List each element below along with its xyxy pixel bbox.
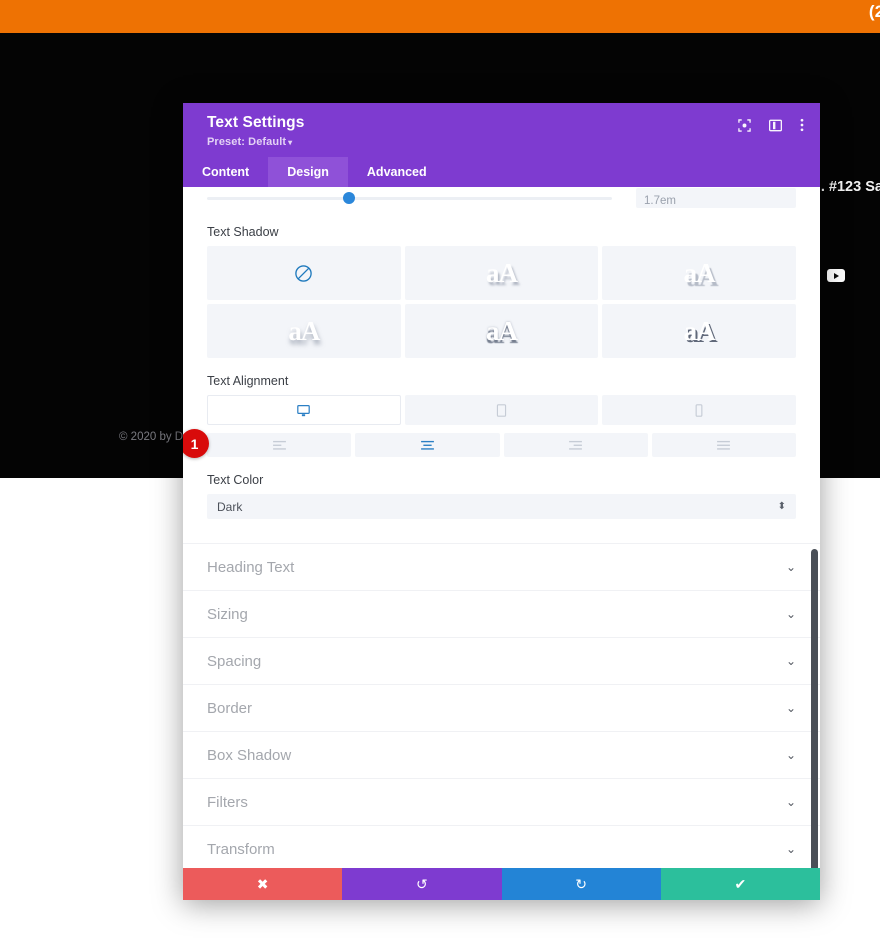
checkmark-icon: ✔ (734, 875, 747, 892)
text-shadow-option-solid[interactable]: aA (602, 304, 796, 358)
align-justify-button[interactable] (651, 433, 796, 457)
modal-tabs: Content Design Advanced (183, 157, 820, 187)
text-shadow-option-none[interactable] (207, 246, 401, 300)
responsive-device-tabs (207, 395, 796, 425)
align-center-button[interactable] (355, 433, 500, 457)
text-shadow-sample: aA (288, 315, 320, 346)
text-shadow-options: aA aA aA aA aA (207, 246, 796, 358)
accordion-box-shadow[interactable]: Box Shadow ⌄ (183, 732, 820, 779)
close-icon: ✖ (256, 875, 269, 892)
play-triangle-icon (834, 272, 839, 279)
accordion-border[interactable]: Border ⌄ (183, 685, 820, 732)
accordion-label: Transform (207, 840, 275, 858)
accordion-label: Spacing (207, 652, 262, 670)
text-settings-modal: Text Settings Preset: Default ▾ Content … (183, 103, 820, 900)
site-footer-copyright: © 2020 by Di (119, 431, 186, 443)
accordion-sizing[interactable]: Sizing ⌄ (183, 591, 820, 638)
text-shadow-sample: aA (485, 257, 518, 288)
line-height-value[interactable]: 1.7em (636, 188, 796, 208)
annotation-badge-1: 1 (183, 429, 209, 458)
modal-footer: ✖ ↺ ↻ ✔ (183, 868, 820, 900)
accordion-label: Box Shadow (207, 746, 292, 764)
tab-design[interactable]: Design (268, 157, 348, 187)
device-tab-tablet[interactable] (404, 395, 599, 425)
device-tab-desktop[interactable] (207, 395, 401, 425)
text-alignment-options: 1 (183, 429, 796, 458)
text-shadow-option-bottom[interactable]: aA (404, 304, 599, 358)
text-color-value: Dark (217, 499, 243, 514)
align-justify-icon (717, 440, 731, 450)
text-shadow-option-hard-offset[interactable]: aA (602, 246, 796, 300)
undo-icon: ↺ (416, 875, 428, 892)
line-height-slider[interactable] (207, 192, 612, 204)
modal-header: Text Settings Preset: Default ▾ (183, 103, 820, 157)
site-top-bar-phone: (25 (868, 2, 880, 21)
accordion-filters[interactable]: Filters ⌄ (183, 779, 820, 826)
align-left-button[interactable] (207, 433, 352, 457)
chevron-down-icon: ⌄ (785, 842, 796, 856)
tablet-icon (496, 403, 507, 417)
design-accordion: Heading Text ⌄ Sizing ⌄ Spacing ⌄ Border… (183, 543, 820, 868)
tab-content[interactable]: Content (183, 157, 268, 187)
cancel-button[interactable]: ✖ (183, 868, 343, 900)
align-right-icon (569, 440, 583, 450)
text-shadow-label: Text Shadow (207, 225, 279, 239)
youtube-icon[interactable] (827, 269, 845, 282)
text-shadow-sample: aA (683, 257, 716, 288)
site-address-text: d. #123 San (812, 179, 880, 195)
modal-header-titles: Text Settings Preset: Default ▾ (207, 114, 304, 148)
accordion-label: Border (207, 699, 253, 717)
save-button[interactable]: ✔ (660, 868, 820, 900)
accordion-heading-text[interactable]: Heading Text ⌄ (183, 544, 820, 591)
accordion-transform[interactable]: Transform ⌄ (183, 826, 820, 868)
redo-button[interactable]: ↻ (501, 868, 661, 900)
design-controls: Text Shadow aA aA aA aA aA Text Alignmen… (183, 225, 820, 519)
no-shadow-icon (295, 264, 313, 282)
text-shadow-option-blurred[interactable]: aA (207, 304, 401, 358)
desktop-icon (297, 404, 311, 416)
chevron-down-icon: ⌄ (785, 654, 796, 668)
device-tab-phone[interactable] (602, 395, 796, 425)
more-options-icon[interactable] (800, 118, 804, 132)
text-alignment-label: Text Alignment (207, 374, 289, 388)
split-layout-icon[interactable] (769, 119, 782, 132)
slider-handle[interactable] (342, 192, 355, 204)
text-shadow-sample: aA (485, 315, 518, 346)
chevron-down-icon: ⌄ (785, 607, 796, 621)
site-top-bar: (25 (0, 0, 880, 33)
modal-body: 1.7em Text Shadow aA aA aA aA aA Text Al… (183, 187, 820, 868)
phone-icon (695, 403, 703, 417)
accordion-label: Filters (207, 793, 248, 811)
undo-button[interactable]: ↺ (342, 868, 502, 900)
chevron-down-icon: ⌄ (785, 701, 796, 715)
align-right-button[interactable] (503, 433, 648, 457)
modal-scrollbar[interactable] (811, 549, 818, 868)
accordion-label: Sizing (207, 605, 248, 623)
tab-advanced[interactable]: Advanced (348, 157, 446, 187)
preset-label: Preset: Default (207, 136, 287, 148)
modal-header-actions (738, 118, 804, 132)
screenshot-stage: (25 Formulas Address d. #123 San © 2020 … (0, 0, 880, 949)
align-center-icon (420, 440, 434, 450)
page-title: Text Settings (207, 114, 305, 131)
text-color-select[interactable]: Dark ⬍ (207, 494, 796, 519)
text-shadow-option-soft[interactable]: aA (404, 246, 599, 300)
chevron-down-icon: ⌄ (785, 748, 796, 762)
accordion-label: Heading Text (207, 558, 295, 576)
align-left-icon (272, 440, 286, 450)
chevron-down-icon: ▾ (288, 138, 293, 147)
chevron-down-icon: ⌄ (785, 560, 796, 574)
accordion-spacing[interactable]: Spacing ⌄ (183, 638, 820, 685)
redo-icon: ↻ (575, 875, 587, 892)
text-color-label: Text Color (207, 473, 264, 487)
focus-target-icon[interactable] (738, 118, 751, 132)
stepper-arrows-icon: ⬍ (777, 500, 786, 512)
chevron-down-icon: ⌄ (785, 795, 796, 809)
preset-selector[interactable]: Preset: Default ▾ (207, 136, 304, 148)
line-height-slider-row: 1.7em (183, 187, 820, 209)
text-shadow-sample: aA (683, 315, 716, 346)
